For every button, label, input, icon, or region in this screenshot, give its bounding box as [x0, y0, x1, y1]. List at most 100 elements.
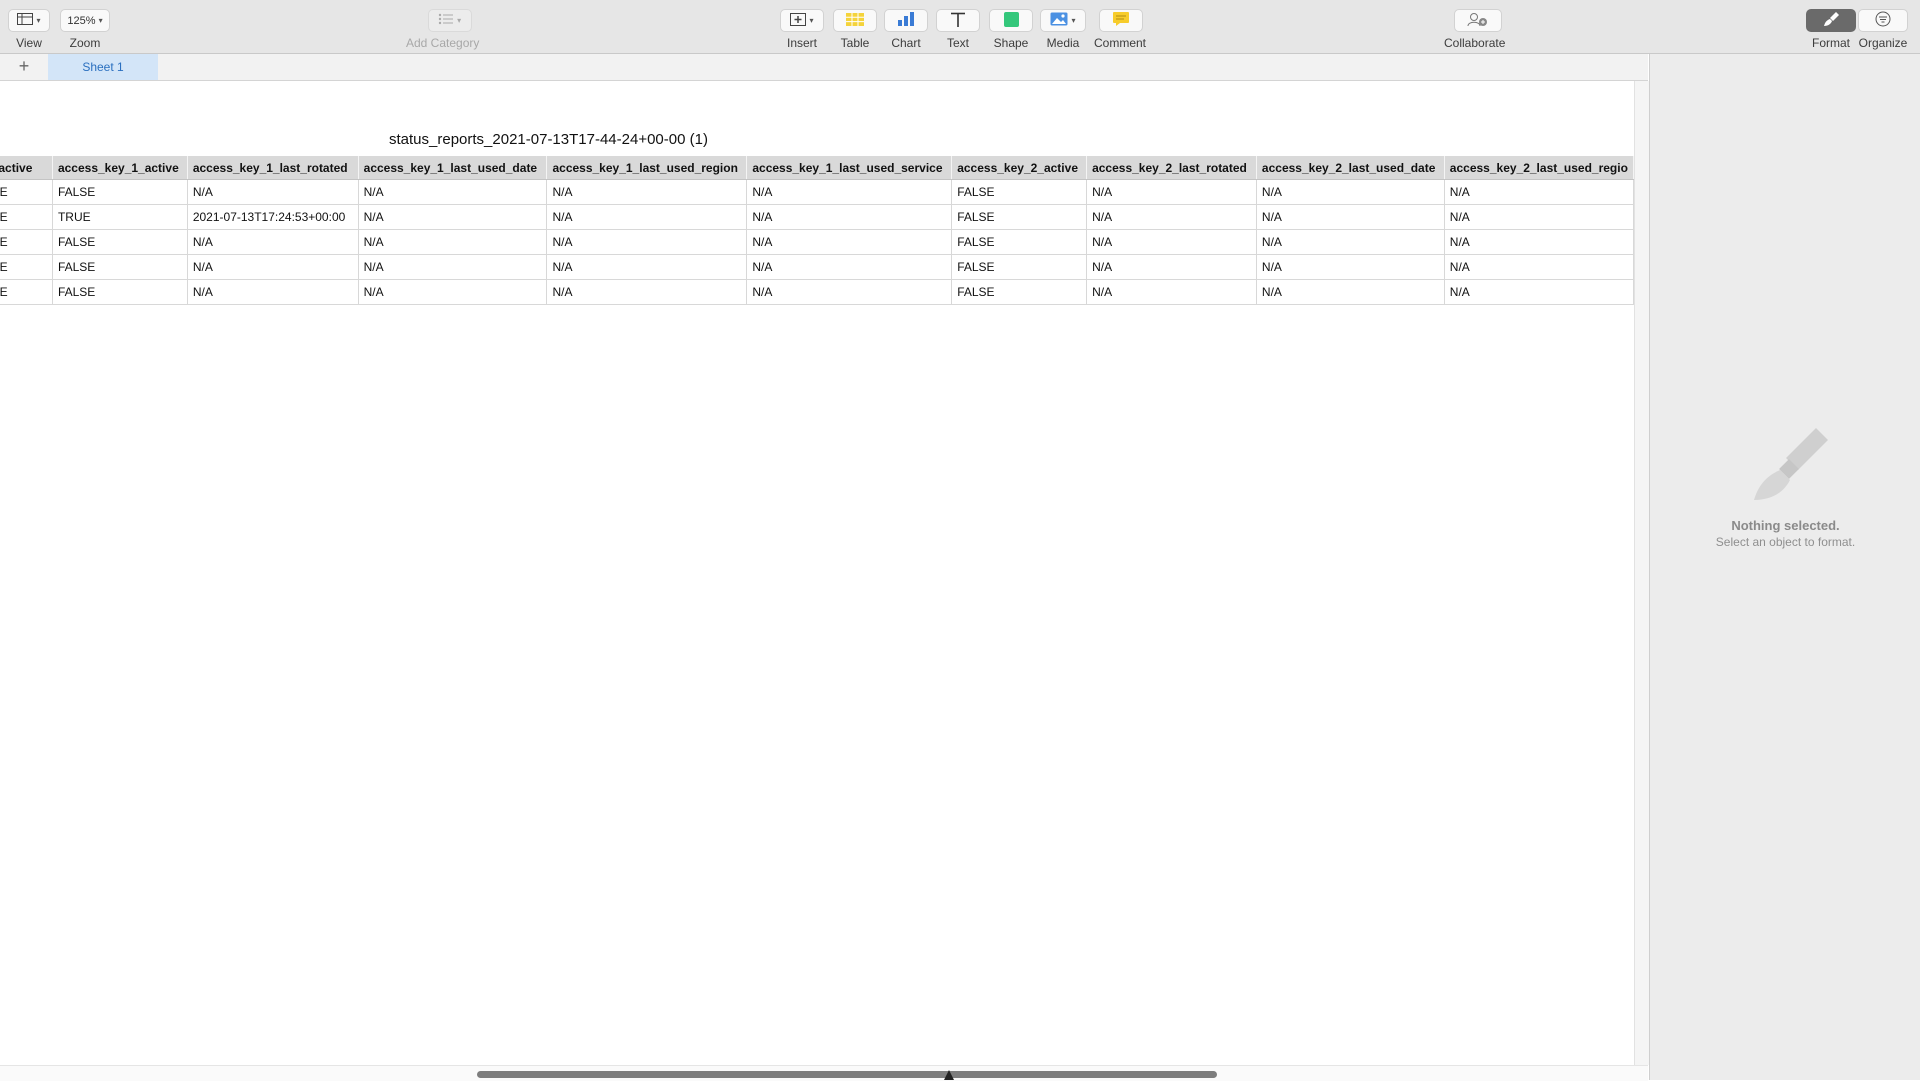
collaborate-icon — [1467, 12, 1489, 30]
add-category-control[interactable]: ▾ Add Category — [406, 9, 479, 50]
text-control[interactable]: Text — [936, 9, 980, 50]
column-header[interactable]: access_key_1_last_used_service — [746, 156, 953, 180]
table-cell[interactable]: N/A — [746, 179, 953, 205]
table-cell[interactable]: N/A — [1256, 204, 1445, 230]
column-header[interactable]: a_active — [0, 156, 53, 180]
table-cell[interactable]: N/A — [1256, 254, 1445, 280]
table-cell[interactable]: FALSE — [951, 254, 1088, 280]
media-icon — [1050, 12, 1068, 29]
add-category-button[interactable]: ▾ — [427, 9, 472, 32]
column-header[interactable]: access_key_1_last_rotated — [187, 156, 359, 180]
column-header[interactable]: access_key_1_last_used_date — [358, 156, 548, 180]
table-cell[interactable]: N/A — [1444, 179, 1634, 205]
comment-button[interactable] — [1099, 9, 1143, 32]
table-cell[interactable]: N/A — [746, 279, 953, 305]
sheet-canvas[interactable]: status_reports_2021-07-13T17-44-24+00-00… — [0, 81, 1634, 1065]
table-cell[interactable]: N/A — [546, 279, 748, 305]
table-cell[interactable]: N/A — [187, 229, 359, 255]
column-header[interactable]: access_key_1_active — [52, 156, 188, 180]
collaborate-label: Collaborate — [1444, 36, 1506, 50]
table-cell[interactable]: N/A — [1256, 279, 1445, 305]
table-cell[interactable]: N/A — [746, 229, 953, 255]
view-control[interactable]: ▾ View — [8, 9, 50, 50]
table-cell[interactable]: N/A — [546, 254, 748, 280]
table-cell[interactable]: N/A — [358, 254, 548, 280]
table-cell[interactable]: N/A — [1086, 229, 1257, 255]
table-cell[interactable]: N/A — [187, 179, 359, 205]
format-button[interactable] — [1806, 9, 1856, 32]
table-cell[interactable]: FALSE — [52, 229, 188, 255]
table-cell[interactable]: FALSE — [52, 254, 188, 280]
tab-sheet-1[interactable]: Sheet 1 — [48, 54, 158, 80]
table-cell[interactable]: N/A — [187, 254, 359, 280]
collaborate-button[interactable] — [1453, 9, 1502, 32]
zoom-select[interactable]: 125% ▾ — [60, 9, 110, 32]
table-cell[interactable]: LSE — [0, 229, 53, 255]
table-cell[interactable]: N/A — [1444, 254, 1634, 280]
table-cell[interactable]: N/A — [746, 254, 953, 280]
format-control[interactable]: Format — [1806, 9, 1856, 50]
column-header[interactable]: access_key_2_active — [951, 156, 1088, 180]
shape-button[interactable] — [989, 9, 1033, 32]
table-control[interactable]: Table — [833, 9, 877, 50]
table-cell[interactable]: N/A — [1444, 279, 1634, 305]
table-button[interactable] — [833, 9, 877, 32]
column-header[interactable]: access_key_2_last_used_date — [1256, 156, 1445, 180]
shape-control[interactable]: Shape — [989, 9, 1033, 50]
add-category-label: Add Category — [406, 36, 480, 50]
table-cell[interactable]: N/A — [546, 229, 748, 255]
table-cell[interactable]: N/A — [1086, 179, 1257, 205]
collaborate-control[interactable]: Collaborate — [1444, 9, 1505, 50]
add-sheet-button[interactable]: + — [14, 56, 34, 76]
table-cell[interactable]: N/A — [1086, 204, 1257, 230]
table-cell[interactable]: N/A — [1086, 254, 1257, 280]
table-cell[interactable]: N/A — [1444, 229, 1634, 255]
table-cell[interactable]: N/A — [746, 204, 953, 230]
table-cell[interactable]: N/A — [546, 179, 748, 205]
media-control[interactable]: ▾ Media — [1040, 9, 1086, 50]
chart-control[interactable]: Chart — [884, 9, 928, 50]
table-cell[interactable]: LSE — [0, 279, 53, 305]
table-cell[interactable]: FALSE — [52, 179, 188, 205]
table-cell[interactable]: N/A — [358, 204, 548, 230]
table-cell[interactable]: N/A — [1444, 204, 1634, 230]
table-cell[interactable]: N/A — [187, 279, 359, 305]
sidebar-icon — [17, 13, 34, 28]
organize-control[interactable]: Organize — [1858, 9, 1908, 50]
table-cell[interactable]: N/A — [1256, 179, 1445, 205]
table-cell[interactable]: FALSE — [951, 279, 1088, 305]
table-title[interactable]: status_reports_2021-07-13T17-44-24+00-00… — [389, 131, 708, 148]
paintbrush-icon — [1746, 418, 1836, 508]
insert-control[interactable]: ▾ Insert — [780, 9, 824, 50]
table-cell[interactable]: N/A — [358, 279, 548, 305]
scrollbar-thumb[interactable] — [477, 1071, 1217, 1078]
insert-button[interactable]: ▾ — [780, 9, 824, 32]
horizontal-scrollbar[interactable] — [0, 1065, 1648, 1081]
zoom-control[interactable]: 125% ▾ Zoom — [60, 9, 110, 50]
table-cell[interactable]: FALSE — [951, 179, 1088, 205]
chart-button[interactable] — [884, 9, 928, 32]
table-cell[interactable]: FALSE — [951, 229, 1088, 255]
table-cell[interactable]: FALSE — [951, 204, 1088, 230]
table-cell[interactable]: N/A — [358, 229, 548, 255]
table-cell[interactable]: N/A — [546, 204, 748, 230]
table-cell[interactable]: N/A — [1256, 229, 1445, 255]
column-header[interactable]: access_key_2_last_used_regio — [1444, 156, 1634, 180]
comment-control[interactable]: Comment — [1094, 9, 1146, 50]
column-header[interactable]: access_key_1_last_used_region — [546, 156, 748, 180]
data-table[interactable]: a_activeaccess_key_1_activeaccess_key_1_… — [0, 156, 1634, 305]
table-cell[interactable]: LSE — [0, 204, 53, 230]
chevron-down-icon: ▾ — [457, 16, 462, 25]
table-cell[interactable]: N/A — [1086, 279, 1257, 305]
table-cell[interactable]: LSE — [0, 179, 53, 205]
table-cell[interactable]: N/A — [358, 179, 548, 205]
media-button[interactable]: ▾ — [1040, 9, 1086, 32]
table-cell[interactable]: FALSE — [52, 279, 188, 305]
table-cell[interactable]: LSE — [0, 254, 53, 280]
organize-button[interactable] — [1858, 9, 1908, 32]
table-cell[interactable]: TRUE — [52, 204, 188, 230]
text-button[interactable] — [936, 9, 980, 32]
column-header[interactable]: access_key_2_last_rotated — [1086, 156, 1257, 180]
table-cell[interactable]: 2021-07-13T17:24:53+00:00 — [187, 204, 359, 230]
view-button[interactable]: ▾ — [8, 9, 50, 32]
